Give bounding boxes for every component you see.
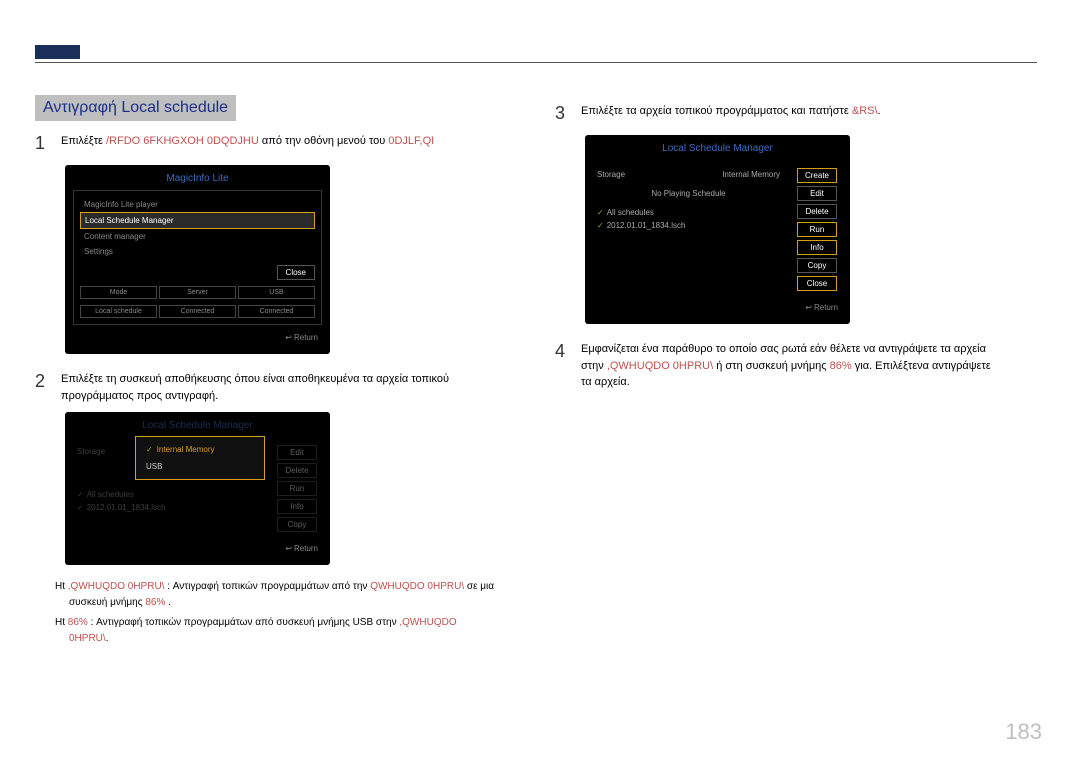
run-button: Run <box>797 222 837 237</box>
copy-button: Copy <box>797 258 837 273</box>
step-number: 2 <box>35 368 49 404</box>
mock-title: Local Schedule Manager <box>593 143 842 154</box>
step-4: 4 Εμφανίζεται ένα παράθυρο το οποίο σας … <box>555 338 1035 391</box>
step-number: 3 <box>555 100 569 127</box>
note-1: Ht ,QWHUQDO 0HPRU\ : Αντιγραφή τοπικών π… <box>55 579 495 611</box>
footnotes: Ht ,QWHUQDO 0HPRU\ : Αντιγραφή τοπικών π… <box>35 579 495 647</box>
header-marker <box>35 45 80 59</box>
section-title: Αντιγραφή Local schedule <box>35 95 236 121</box>
step-number: 4 <box>555 338 569 391</box>
mock-sidebar: Create Edit Delete Run Info Copy Close <box>792 168 842 291</box>
edit-button: Edit <box>797 186 837 201</box>
return-label: Return <box>73 540 322 557</box>
left-column: 1 Επιλέξτε /RFDO 6FKHGXOH 0DQDJHU από τη… <box>35 130 495 651</box>
mock-title: MagicInfo Lite <box>73 173 322 184</box>
step-2: 2 Επιλέξτε τη συσκευή αποθήκευσης όπου ε… <box>35 368 495 404</box>
return-label: Return <box>73 329 322 346</box>
delete-button: Delete <box>797 204 837 219</box>
menu-item: Settings <box>80 244 315 259</box>
step-text: Επιλέξτε /RFDO 6FKHGXOH 0DQDJHU από την … <box>61 130 495 157</box>
menu-item: Content manager <box>80 229 315 244</box>
header-divider <box>35 62 1037 63</box>
close-button: Close <box>797 276 837 291</box>
storage-popup: Internal Memory USB <box>135 436 265 480</box>
screenshot-storage-popup: Local Schedule Manager Storage ✓All sche… <box>65 412 330 565</box>
menu-item-selected: Local Schedule Manager <box>80 212 315 229</box>
page-number: 183 <box>1005 719 1042 745</box>
step-1: 1 Επιλέξτε /RFDO 6FKHGXOH 0DQDJHU από τη… <box>35 130 495 157</box>
popup-item: USB <box>140 458 260 475</box>
info-button: Info <box>797 240 837 255</box>
create-button: Create <box>797 168 837 183</box>
menu-item: MagicInfo Lite player <box>80 197 315 212</box>
return-label: Return <box>593 299 842 316</box>
step-3: 3 Επιλέξτε τα αρχεία τοπικού προγράμματο… <box>555 100 1035 127</box>
close-button: Close <box>277 265 315 280</box>
screenshot-schedule-manager: Local Schedule Manager Storage Internal … <box>585 135 850 324</box>
mock-title: Local Schedule Manager <box>73 420 322 431</box>
popup-item-selected: Internal Memory <box>140 441 260 458</box>
mock-menu: MagicInfo Lite player Local Schedule Man… <box>73 190 322 325</box>
step-text: Εμφανίζεται ένα παράθυρο το οποίο σας ρω… <box>581 338 1035 391</box>
mock-body: Storage Internal Memory No Playing Sched… <box>593 168 784 291</box>
step-text: Επιλέξτε τα αρχεία τοπικού προγράμματος … <box>581 100 1035 127</box>
step-text: Επιλέξτε τη συσκευή αποθήκευσης όπου είν… <box>61 368 495 404</box>
screenshot-magicinfo-menu: MagicInfo Lite MagicInfo Lite player Loc… <box>65 165 330 354</box>
mock-sidebar: Edit Delete Run Info Copy <box>272 445 322 532</box>
right-column: 3 Επιλέξτε τα αρχεία τοπικού προγράμματο… <box>555 100 1035 399</box>
note-2: Ht 86% : Αντιγραφή τοπικών προγραμμάτων … <box>55 615 495 647</box>
step-number: 1 <box>35 130 49 157</box>
